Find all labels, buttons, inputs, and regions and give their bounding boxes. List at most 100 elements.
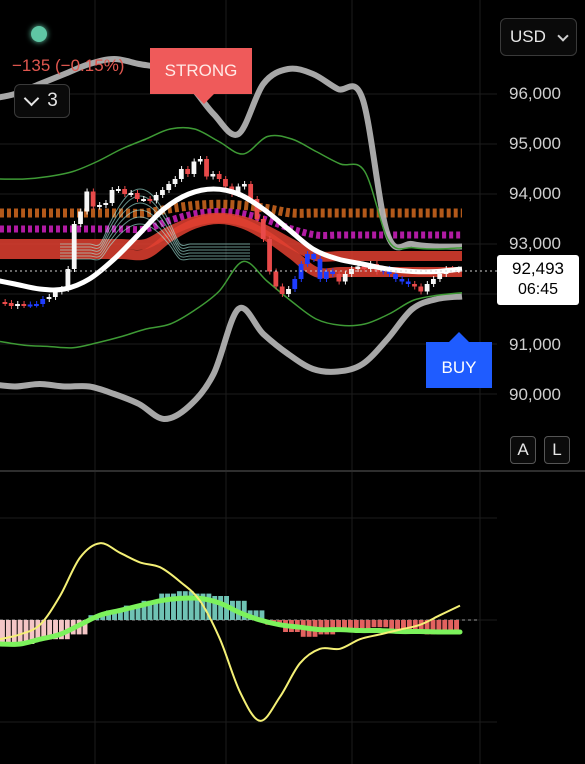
macd-histogram-bar bbox=[395, 620, 401, 630]
candle-body bbox=[279, 286, 285, 294]
candle-body bbox=[292, 279, 298, 289]
last-price-tag: 92,493 06:45 bbox=[497, 255, 579, 305]
macd-histogram-bar bbox=[176, 591, 182, 620]
candle-body bbox=[134, 193, 140, 199]
macd-histogram-bar bbox=[324, 620, 330, 635]
candle-body bbox=[273, 271, 279, 287]
candle-body bbox=[223, 179, 228, 187]
buy-label: BUY bbox=[441, 358, 477, 377]
auto-scale-button[interactable]: A bbox=[510, 436, 536, 464]
candle-body bbox=[141, 199, 146, 201]
candle-body bbox=[21, 304, 27, 306]
candle-body bbox=[197, 159, 203, 162]
candle-body bbox=[355, 266, 361, 269]
candle-body bbox=[304, 254, 310, 264]
candle-body bbox=[90, 191, 96, 207]
candle-body bbox=[103, 203, 109, 205]
price-axis-tick: 95,000 bbox=[509, 134, 561, 153]
candle-body bbox=[8, 303, 14, 306]
price-axis-tick: 94,000 bbox=[509, 184, 561, 203]
candle-body bbox=[241, 184, 247, 187]
candle-body bbox=[46, 297, 52, 299]
candle-countdown: 06:45 bbox=[517, 281, 559, 298]
ema-ribbon bbox=[0, 188, 462, 279]
candle-body bbox=[317, 259, 323, 279]
candle-body bbox=[424, 284, 430, 292]
live-status-dot bbox=[31, 26, 47, 42]
strong-label: STRONG bbox=[164, 61, 238, 80]
candle-body bbox=[405, 281, 411, 284]
macd-histogram-bar bbox=[442, 620, 448, 630]
candle-body bbox=[40, 299, 46, 304]
candle-body bbox=[34, 304, 39, 306]
candle-body bbox=[172, 179, 178, 184]
candle-body bbox=[336, 274, 342, 282]
price-axis-tick: 96,000 bbox=[509, 84, 561, 103]
price-axis-tick: 93,000 bbox=[509, 234, 561, 253]
candle-body bbox=[430, 279, 436, 284]
candle-body bbox=[216, 174, 222, 179]
candle-body bbox=[128, 193, 134, 195]
chart-canvas[interactable] bbox=[0, 0, 585, 764]
candle-body bbox=[2, 302, 8, 304]
candle-body bbox=[191, 161, 197, 174]
candle-body bbox=[323, 271, 329, 279]
macd-histogram-bar bbox=[383, 620, 389, 628]
candle-body bbox=[418, 286, 424, 292]
price-axis-tick: 90,000 bbox=[509, 385, 561, 404]
candle-body bbox=[260, 219, 266, 239]
candle-body bbox=[160, 190, 165, 195]
macd-histogram-bar bbox=[377, 620, 383, 628]
macd-histogram-bar bbox=[371, 620, 377, 628]
candle-body bbox=[267, 239, 272, 272]
macd-histogram-bar bbox=[448, 620, 454, 630]
candle-body bbox=[115, 189, 121, 191]
macd-histogram-bar bbox=[35, 620, 41, 640]
chevron-down-icon bbox=[557, 30, 569, 42]
candle-body bbox=[178, 169, 184, 179]
macd-histogram-bar bbox=[11, 620, 17, 644]
currency-select[interactable]: USD bbox=[500, 18, 577, 56]
candle-body bbox=[166, 184, 172, 190]
candle-body bbox=[78, 211, 83, 224]
candle-body bbox=[147, 199, 153, 201]
macd-histogram-bar bbox=[218, 596, 224, 620]
candle-body bbox=[97, 205, 102, 207]
candle-body bbox=[311, 254, 317, 259]
price-change-label: −135 (−0.15%) bbox=[12, 56, 125, 75]
candle-body bbox=[15, 304, 20, 306]
last-price: 92,493 bbox=[512, 259, 564, 278]
candle-body bbox=[393, 274, 398, 279]
macd-histogram bbox=[0, 591, 459, 644]
indicators-collapse-button[interactable]: 3 bbox=[14, 84, 70, 118]
candle-body bbox=[109, 190, 115, 203]
candle-body bbox=[412, 284, 417, 287]
strong-signal-tag: STRONG bbox=[150, 48, 252, 104]
candle-body bbox=[210, 174, 216, 177]
macd-histogram-bar bbox=[389, 620, 395, 630]
candle-body bbox=[185, 169, 191, 174]
lower-band bbox=[0, 293, 463, 422]
candle-body bbox=[27, 304, 33, 307]
chevron-down-icon bbox=[23, 90, 40, 107]
candle-body bbox=[437, 274, 443, 279]
candle-body bbox=[286, 289, 291, 294]
macd-histogram-bar bbox=[454, 620, 459, 630]
candle-body bbox=[71, 224, 77, 269]
candle-body bbox=[204, 159, 209, 177]
log-scale-button[interactable]: L bbox=[544, 436, 570, 464]
macd-histogram-bar bbox=[159, 593, 165, 620]
indicator-count: 3 bbox=[47, 90, 58, 111]
macd-histogram-bar bbox=[0, 620, 5, 644]
macd-histogram-bar bbox=[182, 591, 188, 620]
candle-body bbox=[153, 195, 159, 201]
candle-body bbox=[330, 271, 335, 274]
macd-histogram-bar bbox=[5, 620, 11, 644]
currency-label: USD bbox=[510, 27, 546, 46]
candle-body bbox=[84, 191, 90, 212]
buy-signal-tag: BUY bbox=[426, 332, 492, 388]
candle-body bbox=[399, 279, 405, 282]
candle-body bbox=[122, 189, 128, 194]
macd-histogram-bar bbox=[17, 620, 23, 644]
candle-body bbox=[342, 274, 348, 282]
